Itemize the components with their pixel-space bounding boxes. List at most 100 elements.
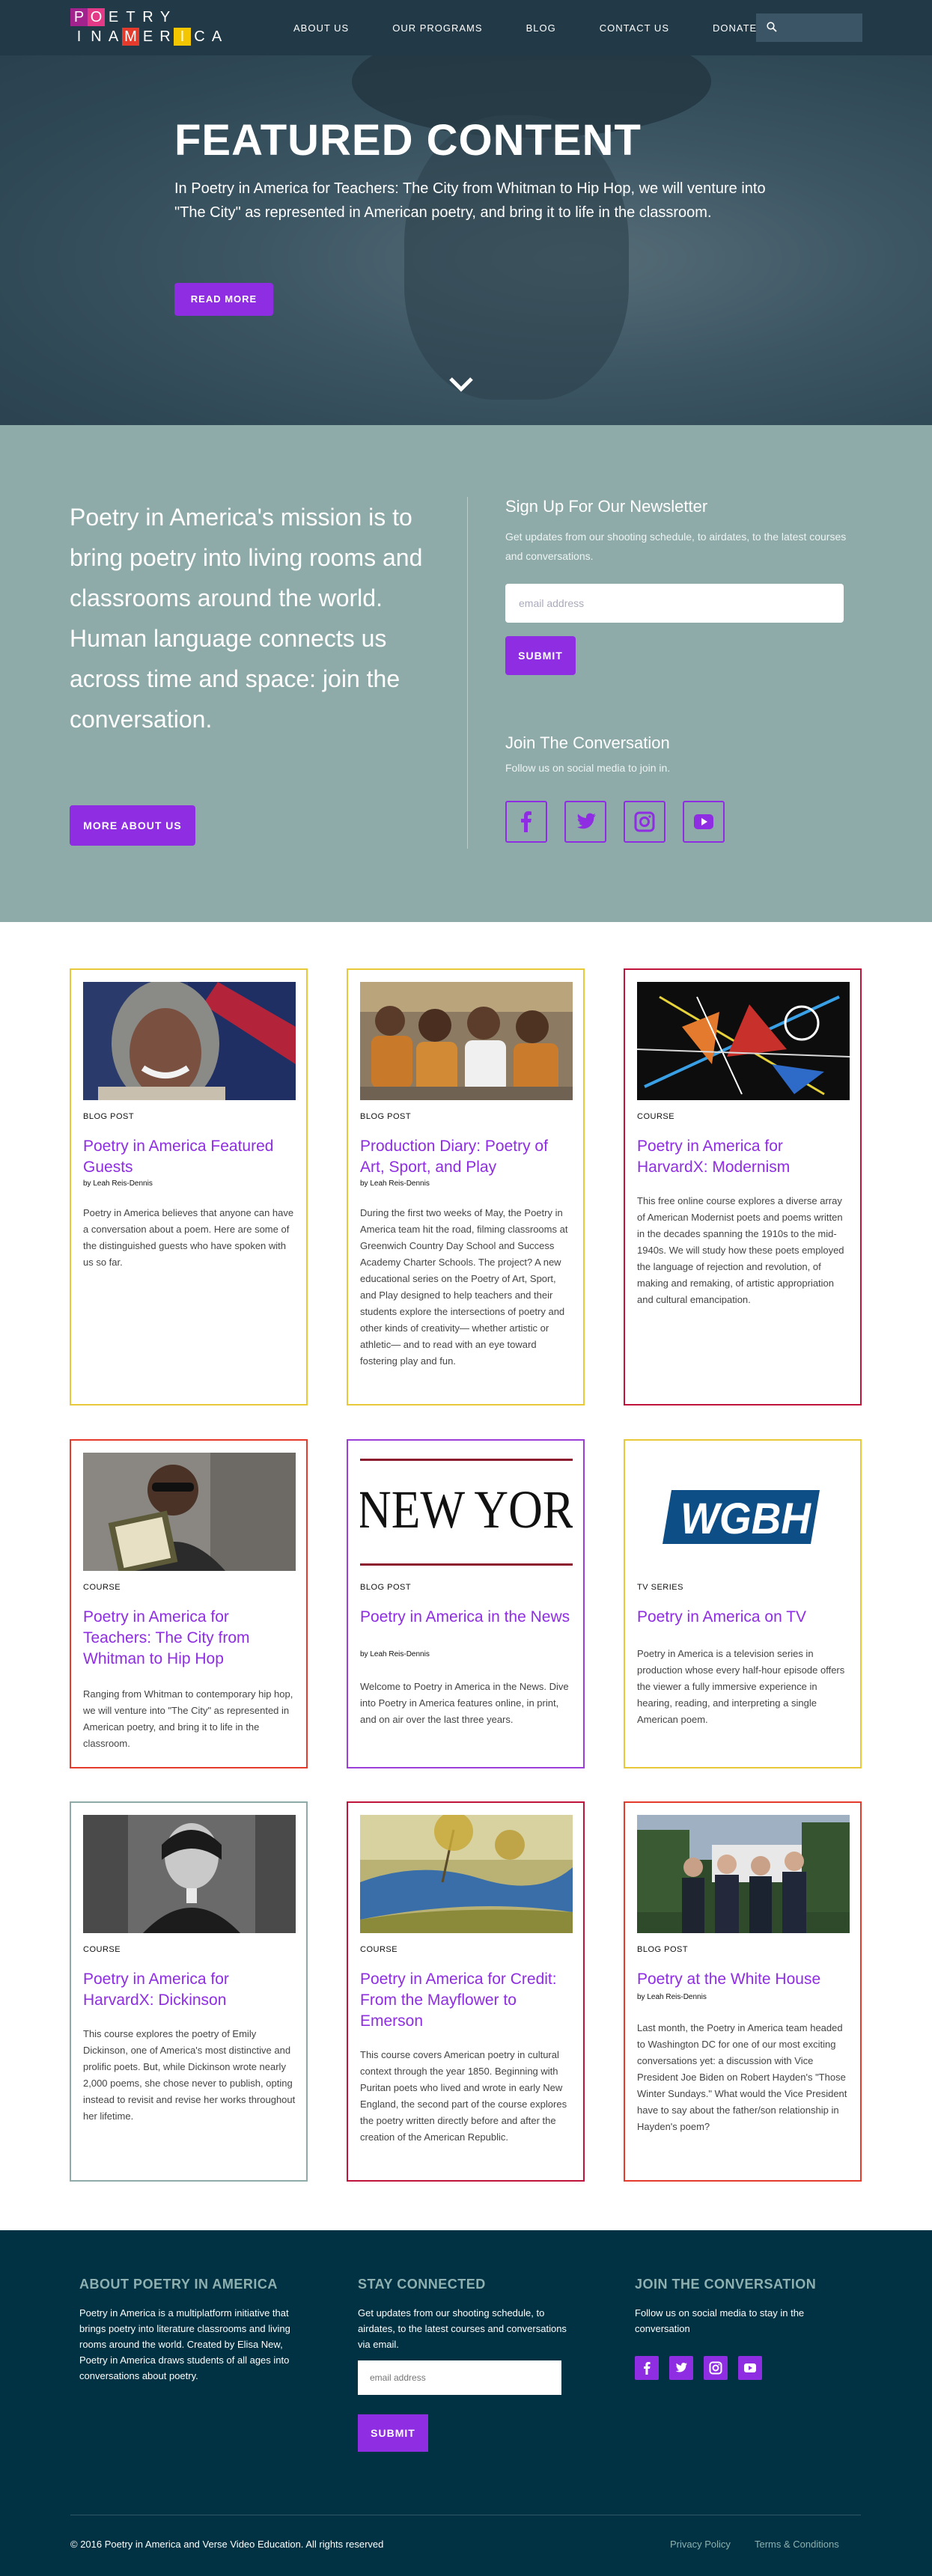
logo-letter: O xyxy=(88,8,105,26)
youtube-link[interactable] xyxy=(683,801,725,843)
footer-about-title: ABOUT POETRY IN AMERICA xyxy=(79,2277,278,2292)
twitter-icon xyxy=(576,813,596,829)
main-nav: ABOUT US OUR PROGRAMS BLOG CONTACT US DO… xyxy=(293,0,800,55)
join-conversation-title: Join The Conversation xyxy=(505,733,670,752)
footer-about-text: Poetry in America is a multiplatform ini… xyxy=(79,2307,290,2381)
card-title[interactable]: Poetry in America for HarvardX: Dickinso… xyxy=(83,1969,296,2011)
content-card[interactable]: COURSE Poetry in America for Teachers: T… xyxy=(70,1439,308,1768)
card-description: Ranging from Whitman to contemporary hip… xyxy=(83,1688,293,1749)
content-card[interactable]: BLOG POST Poetry at the White House by L… xyxy=(624,1801,862,2182)
card-image-white-house xyxy=(637,1815,850,1933)
poetry-in-america-logo[interactable]: P O E T R Y I N A M E R I C A xyxy=(70,7,250,49)
facebook-icon xyxy=(521,811,532,832)
card-type: COURSE xyxy=(637,1112,675,1121)
terms-conditions-link[interactable]: Terms & Conditions xyxy=(755,2539,839,2550)
facebook-link[interactable] xyxy=(505,801,547,843)
card-author: by Leah Reis-Dennis xyxy=(637,1993,707,2001)
logo-letter: I xyxy=(76,28,82,45)
footer-youtube-link[interactable] xyxy=(738,2356,762,2380)
footer-facebook-link[interactable] xyxy=(635,2356,659,2380)
logo-letter: C xyxy=(194,28,205,45)
read-more-button[interactable]: READ MORE xyxy=(174,283,273,316)
privacy-policy-link[interactable]: Privacy Policy xyxy=(670,2539,731,2550)
card-author: by Leah Reis-Dennis xyxy=(360,1650,430,1658)
footer-twitter-link[interactable] xyxy=(669,2356,693,2380)
twitter-icon xyxy=(675,2363,687,2372)
card-title[interactable]: Poetry in America in the News xyxy=(360,1607,573,1628)
logo-letter: T xyxy=(126,9,135,25)
card-image-in-the-news: NEW YOR xyxy=(360,1453,573,1571)
facebook-icon xyxy=(644,2362,651,2375)
footer-submit-button[interactable]: SUBMIT xyxy=(358,2414,428,2452)
logo-letter: P xyxy=(70,8,88,26)
card-image-modernism xyxy=(637,982,850,1100)
youtube-icon xyxy=(694,814,713,829)
card-author: by Leah Reis-Dennis xyxy=(83,1179,153,1188)
search-icon[interactable] xyxy=(767,22,777,32)
hero-description: In Poetry in America for Teachers: The C… xyxy=(174,180,766,221)
footer-join-text: Follow us on social media to stay in the… xyxy=(635,2307,805,2334)
chevron-down-icon[interactable] xyxy=(448,375,475,393)
logo-row-in-america: I N A M E R I C A xyxy=(70,27,250,46)
nav-contact-us[interactable]: CONTACT US xyxy=(600,22,669,34)
card-type: BLOG POST xyxy=(360,1583,412,1592)
logo-letter: R xyxy=(142,9,153,25)
card-type: BLOG POST xyxy=(637,1945,689,1954)
card-title[interactable]: Poetry in America for HarvardX: Modernis… xyxy=(637,1136,850,1178)
logo-letter: E xyxy=(108,9,119,25)
logo-letter: M xyxy=(122,28,139,46)
card-title[interactable]: Production Diary: Poetry of Art, Sport, … xyxy=(360,1136,573,1178)
nav-our-programs[interactable]: OUR PROGRAMS xyxy=(392,22,482,34)
content-card[interactable]: COURSE Poetry in America for Credit: Fro… xyxy=(347,1801,585,2182)
card-type: COURSE xyxy=(83,1945,121,1954)
card-description: Poetry in America believes that anyone c… xyxy=(83,1207,294,1268)
card-image-mayflower xyxy=(360,1815,573,1933)
nav-donate[interactable]: DONATE xyxy=(713,22,757,34)
nav-about-us[interactable]: ABOUT US xyxy=(293,22,349,34)
nav-blog[interactable]: BLOG xyxy=(526,22,556,34)
search-box[interactable] xyxy=(756,13,862,42)
section-divider xyxy=(467,497,468,849)
card-title[interactable]: Poetry in America Featured Guests xyxy=(83,1136,296,1178)
card-type: TV SERIES xyxy=(637,1583,683,1592)
card-title[interactable]: Poetry in America for Teachers: The City… xyxy=(83,1607,296,1670)
newsletter-submit-button[interactable]: SUBMIT xyxy=(505,636,576,675)
content-card[interactable]: BLOG POST Poetry in America Featured Gue… xyxy=(70,968,308,1405)
card-title[interactable]: Poetry at the White House xyxy=(637,1969,850,1990)
logo-row-poetry: P O E T R Y xyxy=(70,7,250,27)
news-masthead-text: NEW YOR xyxy=(360,1480,573,1539)
card-description: Last month, the Poetry in America team h… xyxy=(637,2022,847,2132)
logo-letter: A xyxy=(108,28,119,45)
logo-letter: R xyxy=(159,28,171,45)
logo-letter: E xyxy=(142,28,153,45)
content-card[interactable]: BLOG POST Production Diary: Poetry of Ar… xyxy=(347,968,585,1405)
card-type: BLOG POST xyxy=(360,1112,412,1121)
content-card[interactable]: COURSE Poetry in America for HarvardX: M… xyxy=(624,968,862,1405)
content-card[interactable]: COURSE Poetry in America for HarvardX: D… xyxy=(70,1801,308,2182)
footer-email-input[interactable] xyxy=(358,2360,561,2395)
footer-instagram-link[interactable] xyxy=(704,2356,728,2380)
footer-stay-connected-text: Get updates from our shooting schedule, … xyxy=(358,2307,567,2350)
footer-join-title: JOIN THE CONVERSATION xyxy=(635,2277,817,2292)
card-title[interactable]: Poetry in America for Credit: From the M… xyxy=(360,1969,573,2032)
more-about-us-button[interactable]: MORE ABOUT US xyxy=(70,805,195,846)
card-type: BLOG POST xyxy=(83,1112,135,1121)
card-type: COURSE xyxy=(83,1583,121,1592)
newsletter-description: Get updates from our shooting schedule, … xyxy=(505,531,847,562)
instagram-icon xyxy=(709,2361,722,2375)
card-title[interactable]: Poetry in America on TV xyxy=(637,1607,850,1628)
instagram-link[interactable] xyxy=(624,801,666,843)
newsletter-email-input[interactable] xyxy=(505,584,844,623)
join-conversation-text: Follow us on social media to join in. xyxy=(505,762,671,774)
mission-section: Poetry in America's mission is to bring … xyxy=(0,425,932,922)
card-author: by Leah Reis-Dennis xyxy=(360,1179,430,1188)
card-description: Welcome to Poetry in America in the News… xyxy=(360,1681,569,1725)
twitter-link[interactable] xyxy=(564,801,606,843)
card-image-wgbh: WGBH xyxy=(637,1453,850,1571)
content-card[interactable]: WGBH TV SERIES Poetry in America on TV P… xyxy=(624,1439,862,1768)
wgbh-logo-text: WGBH xyxy=(680,1495,811,1543)
content-card[interactable]: NEW YOR BLOG POST Poetry in America in t… xyxy=(347,1439,585,1768)
site-footer: ABOUT POETRY IN AMERICA Poetry in Americ… xyxy=(0,2230,932,2576)
mission-statement: Poetry in America's mission is to bring … xyxy=(70,504,423,733)
card-image-dickinson xyxy=(83,1815,296,1933)
